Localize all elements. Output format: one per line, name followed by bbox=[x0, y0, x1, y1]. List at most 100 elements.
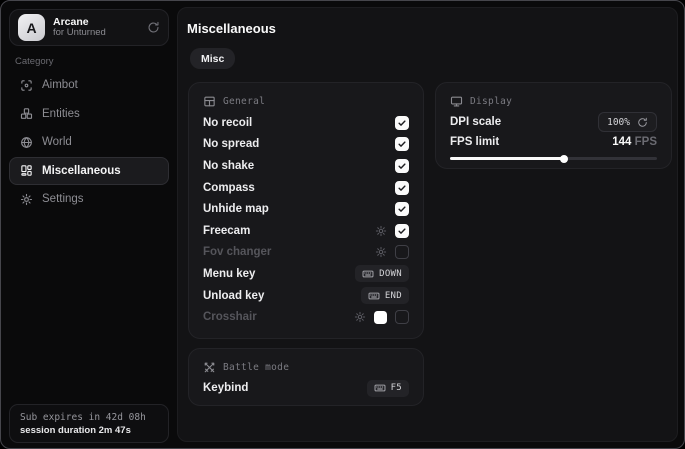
keybind-button[interactable]: F5 bbox=[367, 380, 409, 397]
app-window: A Arcane for Unturned Category Aimbot Ent… bbox=[0, 0, 685, 449]
panel-header-battle: Battle mode bbox=[203, 358, 409, 376]
sidebar-header-card: A Arcane for Unturned bbox=[9, 9, 169, 46]
category-label: Category bbox=[15, 56, 54, 67]
sidebar-item-label: Settings bbox=[42, 193, 84, 205]
setting-row: FPS limit 144 FPS bbox=[450, 132, 657, 152]
panel-title: Display bbox=[470, 96, 512, 107]
panel-header-general: General bbox=[203, 92, 409, 110]
dpi-scale-select[interactable]: 100% bbox=[598, 112, 657, 132]
checkbox[interactable] bbox=[395, 202, 409, 216]
check-icon bbox=[397, 139, 407, 149]
globe-icon bbox=[20, 136, 33, 149]
sidebar-item-label: Miscellaneous bbox=[42, 165, 121, 177]
setting-row: Unhide map bbox=[203, 198, 409, 220]
setting-label: No spread bbox=[203, 138, 259, 150]
sidebar-item-label: Entities bbox=[42, 108, 80, 120]
setting-row: Compass bbox=[203, 177, 409, 199]
color-swatch[interactable] bbox=[374, 311, 387, 324]
setting-label: Unload key bbox=[203, 290, 264, 302]
avatar: A bbox=[18, 14, 45, 41]
refresh-icon[interactable] bbox=[147, 21, 160, 34]
slider-thumb[interactable] bbox=[560, 155, 568, 163]
row-settings-gear-icon[interactable] bbox=[354, 311, 366, 323]
setting-label: No shake bbox=[203, 160, 254, 172]
setting-label: No recoil bbox=[203, 117, 252, 129]
checkbox[interactable] bbox=[395, 159, 409, 173]
table-icon bbox=[203, 95, 216, 108]
setting-row: Menu key DOWN bbox=[203, 263, 409, 285]
setting-row: Crosshair bbox=[203, 306, 409, 328]
panel-title: Battle mode bbox=[223, 362, 289, 373]
main-content: Miscellaneous Misc General No recoil No sp… bbox=[177, 7, 678, 442]
check-icon bbox=[397, 204, 407, 214]
setting-label: FPS limit bbox=[450, 136, 499, 148]
monitor-icon bbox=[450, 95, 463, 108]
sidebar-item-settings[interactable]: Settings bbox=[9, 185, 169, 213]
keybind-value: F5 bbox=[391, 383, 402, 393]
page-title: Miscellaneous bbox=[187, 21, 276, 36]
sidebar: A Arcane for Unturned Category Aimbot Ent… bbox=[1, 1, 177, 448]
setting-row: Unload key END bbox=[203, 285, 409, 307]
panel-title: General bbox=[223, 96, 265, 107]
sidebar-item-label: Aimbot bbox=[42, 79, 78, 91]
keyboard-icon bbox=[368, 290, 380, 302]
sidebar-item-aimbot[interactable]: Aimbot bbox=[9, 71, 169, 99]
swords-icon bbox=[203, 361, 216, 374]
checkbox[interactable] bbox=[395, 224, 409, 238]
setting-label: Compass bbox=[203, 182, 255, 194]
keybind-value: END bbox=[385, 291, 402, 301]
panel-battle-mode: Battle mode Keybind F5 bbox=[188, 348, 424, 406]
check-icon bbox=[397, 118, 407, 128]
sidebar-header-text: Arcane for Unturned bbox=[53, 16, 139, 39]
crosshair-icon bbox=[20, 79, 33, 92]
subscription-expiry: Sub expires in 42d 08h bbox=[20, 412, 158, 423]
setting-label: Crosshair bbox=[203, 311, 257, 323]
setting-row: Freecam bbox=[203, 220, 409, 242]
app-subtitle: for Unturned bbox=[53, 28, 139, 39]
setting-label: Keybind bbox=[203, 382, 248, 394]
keyboard-icon bbox=[374, 382, 386, 394]
sidebar-item-miscellaneous[interactable]: Miscellaneous bbox=[9, 157, 169, 185]
checkbox[interactable] bbox=[395, 310, 409, 324]
sidebar-nav: Aimbot Entities World Miscellaneous Settings bbox=[9, 71, 169, 214]
setting-label: Menu key bbox=[203, 268, 255, 280]
setting-row: No recoil bbox=[203, 112, 409, 134]
row-settings-gear-icon[interactable] bbox=[375, 225, 387, 237]
refresh-icon[interactable] bbox=[637, 117, 648, 128]
keybind-button[interactable]: DOWN bbox=[355, 265, 409, 282]
setting-row: Fov changer bbox=[203, 242, 409, 264]
setting-row: No shake bbox=[203, 155, 409, 177]
setting-row: No spread bbox=[203, 134, 409, 156]
setting-row: DPI scale 100% bbox=[450, 112, 657, 132]
setting-label: Unhide map bbox=[203, 203, 269, 215]
value-readout: 144 FPS bbox=[612, 136, 657, 148]
checkbox[interactable] bbox=[395, 116, 409, 130]
checkbox[interactable] bbox=[395, 245, 409, 259]
keyboard-icon bbox=[362, 268, 374, 280]
sidebar-item-label: World bbox=[42, 136, 72, 148]
keybind-button[interactable]: END bbox=[361, 287, 409, 304]
checkbox[interactable] bbox=[395, 181, 409, 195]
setting-row: Keybind F5 bbox=[203, 378, 409, 398]
panel-general: General No recoil No spread No shake Compass… bbox=[188, 82, 424, 339]
subscription-card: Sub expires in 42d 08h session duration … bbox=[9, 404, 169, 443]
gear-icon bbox=[20, 193, 33, 206]
checkbox[interactable] bbox=[395, 137, 409, 151]
check-icon bbox=[397, 161, 407, 171]
panel-header-display: Display bbox=[450, 92, 657, 110]
setting-label: DPI scale bbox=[450, 116, 501, 128]
panel-display: Display DPI scale 100% FPS limit 144 FPS bbox=[435, 82, 672, 169]
check-icon bbox=[397, 226, 407, 236]
keybind-value: DOWN bbox=[379, 269, 402, 279]
tab-misc[interactable]: Misc bbox=[190, 48, 235, 69]
boxes-icon bbox=[20, 107, 33, 120]
grid-icon bbox=[20, 164, 33, 177]
setting-label: Freecam bbox=[203, 225, 250, 237]
check-icon bbox=[397, 183, 407, 193]
setting-label: Fov changer bbox=[203, 246, 271, 258]
sidebar-item-world[interactable]: World bbox=[9, 128, 169, 156]
fps-limit-slider[interactable] bbox=[450, 152, 657, 165]
select-value: 100% bbox=[607, 117, 630, 128]
row-settings-gear-icon[interactable] bbox=[375, 246, 387, 258]
sidebar-item-entities[interactable]: Entities bbox=[9, 100, 169, 128]
